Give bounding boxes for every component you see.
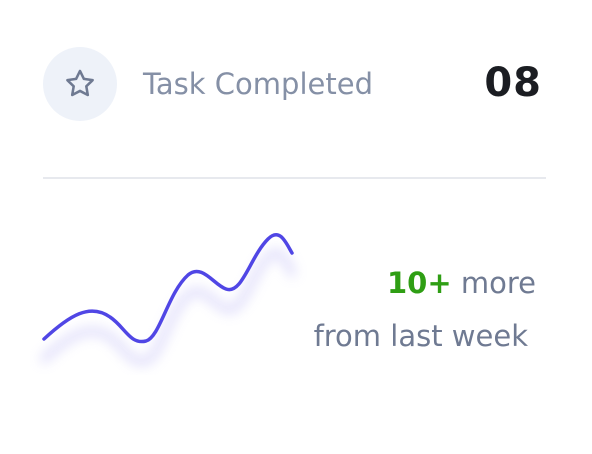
divider (43, 177, 546, 179)
stat-title: Task Completed (143, 67, 373, 101)
star-icon (66, 69, 94, 97)
star-icon-badge (43, 47, 117, 121)
trend-period: from last week (313, 319, 528, 353)
task-completed-card: Task Completed 08 10+ more from last wee… (0, 0, 592, 454)
trend-delta-line: 10+ more (387, 262, 536, 304)
trend-delta-suffix: more (460, 266, 536, 300)
trend-delta-value: 10+ (387, 266, 452, 300)
trend-sparkline (40, 233, 296, 366)
stat-count: 08 (484, 60, 542, 106)
